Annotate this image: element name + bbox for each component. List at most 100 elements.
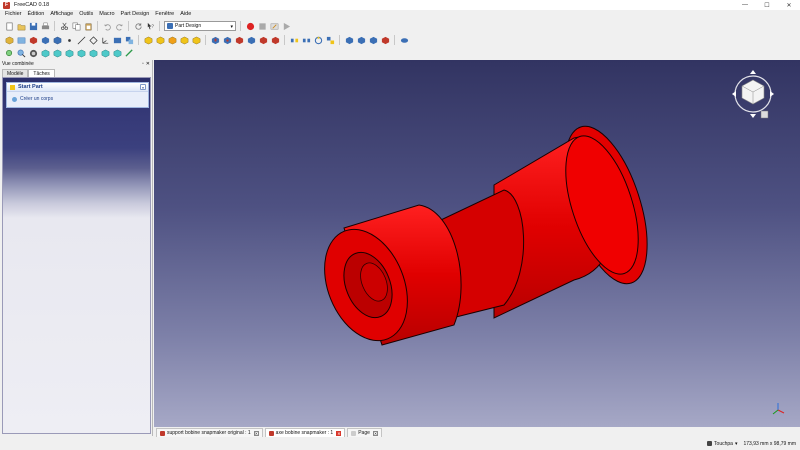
plane-icon[interactable] bbox=[88, 35, 98, 45]
menu-bar: Fichier Édition Affichage Outils Macro P… bbox=[0, 10, 800, 19]
subtractive-loft-icon[interactable] bbox=[246, 35, 256, 45]
refresh-icon[interactable] bbox=[133, 21, 143, 31]
front-view-icon[interactable] bbox=[52, 48, 62, 58]
menu-fichier[interactable]: Fichier bbox=[2, 10, 25, 19]
cut-icon[interactable] bbox=[59, 21, 69, 31]
boolean-icon[interactable] bbox=[399, 35, 409, 45]
open-folder-icon[interactable] bbox=[16, 21, 26, 31]
workbench-selector[interactable]: Part Design ▾ bbox=[164, 21, 236, 31]
close-tab-icon[interactable]: ✕ bbox=[336, 430, 342, 436]
fit-selection-icon[interactable] bbox=[4, 48, 14, 58]
whats-this-icon[interactable]: ? bbox=[145, 21, 155, 31]
chevron-down-icon: ▾ bbox=[734, 440, 738, 447]
dimension-readout: 173,93 mm x 98,79 mm bbox=[743, 440, 796, 447]
thickness-icon[interactable] bbox=[380, 35, 390, 45]
doc-tab-label: support bobine snapmaker original : 1 bbox=[167, 430, 251, 436]
create-body-link[interactable]: Créer un corps bbox=[7, 92, 148, 102]
menu-fenetre[interactable]: Fenêtre bbox=[152, 10, 177, 19]
view-menu-icon[interactable] bbox=[28, 35, 38, 45]
doc-tab-axe-bobine[interactable]: axe bobine snapmaker : 1 ✕ bbox=[264, 428, 346, 437]
combo-view-tabs: Modèle Tâches bbox=[0, 68, 152, 77]
task-panel: Start Part « Créer un corps bbox=[2, 77, 151, 434]
combo-view-title: Vue combinée bbox=[2, 61, 34, 67]
groove-icon[interactable] bbox=[234, 35, 244, 45]
multi-transform-icon[interactable] bbox=[325, 35, 335, 45]
isometric-view-icon[interactable] bbox=[40, 48, 50, 58]
zoom-icon[interactable] bbox=[16, 48, 26, 58]
collapse-icon[interactable]: « bbox=[140, 84, 146, 90]
additive-pipe-icon[interactable] bbox=[179, 35, 189, 45]
additive-primitive-icon[interactable] bbox=[191, 35, 201, 45]
part-design-icon bbox=[167, 23, 173, 29]
stop-macro-icon[interactable] bbox=[257, 21, 267, 31]
draft-icon[interactable] bbox=[368, 35, 378, 45]
doc-tab-support-bobine[interactable]: support bobine snapmaker original : 1 ✕ bbox=[156, 428, 263, 437]
rear-view-icon[interactable] bbox=[88, 48, 98, 58]
close-panel-icon[interactable]: ✕ bbox=[146, 61, 150, 67]
menu-part-design[interactable]: Part Design bbox=[118, 10, 153, 19]
copy-icon[interactable] bbox=[71, 21, 81, 31]
close-tab-icon[interactable]: ✕ bbox=[372, 430, 378, 436]
save-icon[interactable] bbox=[28, 21, 38, 31]
float-panel-icon[interactable]: ▫ bbox=[142, 61, 144, 67]
print-icon[interactable] bbox=[40, 21, 50, 31]
coordinate-system-icon[interactable] bbox=[100, 35, 110, 45]
combo-view-panel: Vue combinée ▫ ✕ Modèle Tâches Start Par… bbox=[0, 60, 153, 436]
revolution-icon[interactable] bbox=[155, 35, 165, 45]
minimize-button[interactable]: — bbox=[734, 0, 756, 10]
clone-icon[interactable] bbox=[124, 35, 134, 45]
start-part-title: Start Part bbox=[18, 84, 43, 90]
3d-view[interactable] bbox=[154, 60, 800, 427]
toolbar-separator bbox=[394, 35, 395, 45]
pad-icon[interactable] bbox=[143, 35, 153, 45]
run-macro-icon[interactable] bbox=[281, 21, 291, 31]
menu-macro[interactable]: Macro bbox=[96, 10, 117, 19]
tab-taches[interactable]: Tâches bbox=[28, 69, 55, 77]
draw-style-icon[interactable] bbox=[40, 35, 50, 45]
close-tab-icon[interactable]: ✕ bbox=[253, 430, 259, 436]
menu-outils[interactable]: Outils bbox=[76, 10, 96, 19]
point-icon[interactable] bbox=[64, 35, 74, 45]
navigation-style-selector[interactable]: Touchpa ▾ bbox=[707, 441, 737, 447]
measure-icon[interactable] bbox=[124, 48, 134, 58]
document-tabs: support bobine snapmaker original : 1 ✕ … bbox=[154, 427, 800, 437]
pocket-icon[interactable] bbox=[210, 35, 220, 45]
std-views-icon[interactable] bbox=[16, 35, 26, 45]
additive-loft-icon[interactable] bbox=[167, 35, 177, 45]
linear-pattern-icon[interactable] bbox=[301, 35, 311, 45]
right-view-icon[interactable] bbox=[76, 48, 86, 58]
tab-modele[interactable]: Modèle bbox=[2, 69, 29, 77]
doc-tab-label: axe bobine snapmaker : 1 bbox=[275, 430, 334, 436]
doc-tab-page[interactable]: Page ✕ bbox=[347, 428, 382, 437]
undo-icon[interactable] bbox=[102, 21, 112, 31]
bottom-view-icon[interactable] bbox=[100, 48, 110, 58]
edit-macro-icon[interactable] bbox=[269, 21, 279, 31]
record-macro-icon[interactable] bbox=[245, 21, 255, 31]
redo-icon[interactable] bbox=[114, 21, 124, 31]
chamfer-icon[interactable] bbox=[356, 35, 366, 45]
top-view-icon[interactable] bbox=[64, 48, 74, 58]
toolbar-separator bbox=[284, 35, 285, 45]
menu-edition[interactable]: Édition bbox=[25, 10, 48, 19]
hole-icon[interactable] bbox=[222, 35, 232, 45]
left-view-icon[interactable] bbox=[112, 48, 122, 58]
draw-style-menu-icon[interactable] bbox=[28, 48, 38, 58]
subtractive-pipe-icon[interactable] bbox=[258, 35, 268, 45]
polar-pattern-icon[interactable] bbox=[313, 35, 323, 45]
menu-aide[interactable]: Aide bbox=[177, 10, 194, 19]
menu-affichage[interactable]: Affichage bbox=[47, 10, 76, 19]
document-icon bbox=[268, 430, 274, 436]
fillet-icon[interactable] bbox=[344, 35, 354, 45]
maximize-button[interactable]: ☐ bbox=[756, 0, 778, 10]
shape-binder-icon[interactable] bbox=[112, 35, 122, 45]
subtractive-primitive-icon[interactable] bbox=[270, 35, 280, 45]
line-icon[interactable] bbox=[76, 35, 86, 45]
paste-icon[interactable] bbox=[83, 21, 93, 31]
navigation-cube[interactable] bbox=[728, 66, 778, 126]
cube-view-icon[interactable] bbox=[52, 35, 62, 45]
toolbar-separator bbox=[128, 21, 129, 31]
fit-all-icon[interactable] bbox=[4, 35, 14, 45]
mirrored-icon[interactable] bbox=[289, 35, 299, 45]
new-document-icon[interactable] bbox=[4, 21, 14, 31]
close-button[interactable]: ✕ bbox=[778, 0, 800, 10]
